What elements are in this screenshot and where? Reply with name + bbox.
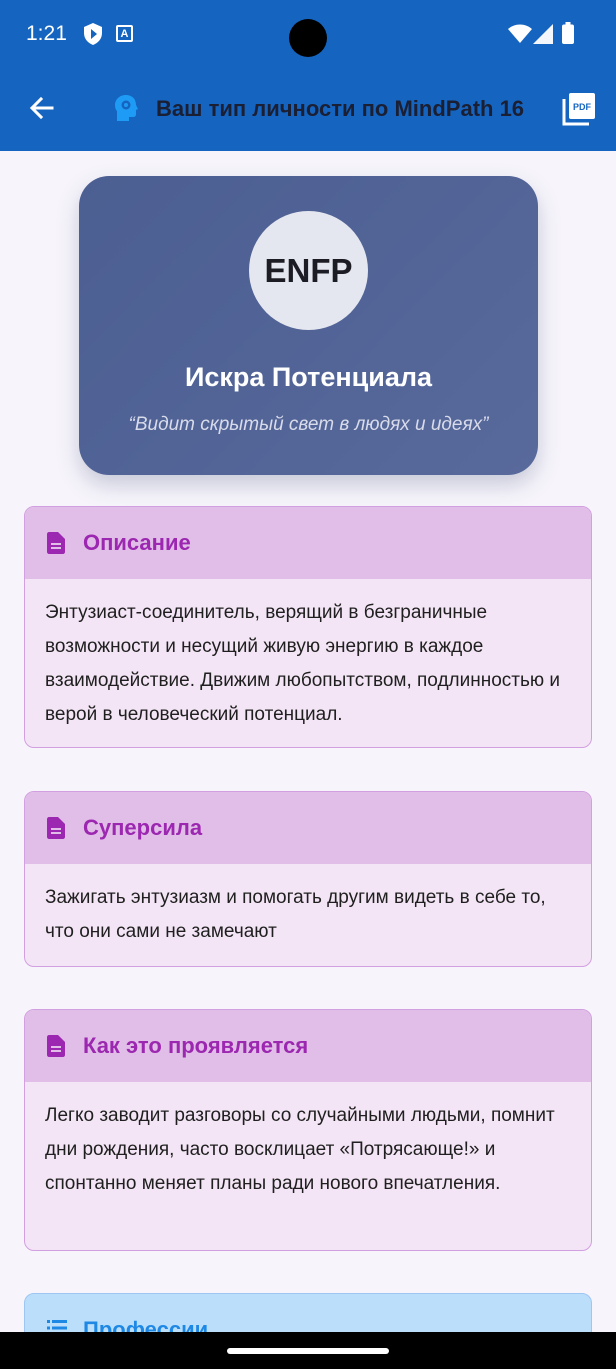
navigation-bar [0, 1332, 616, 1369]
document-icon [47, 532, 65, 554]
page-title: Ваш тип личности по MindPath 16 [156, 96, 525, 121]
section-header: Как это проявляется [25, 1010, 591, 1082]
home-indicator[interactable] [227, 1348, 389, 1354]
section-title: Описание [83, 530, 191, 555]
camera-cutout [289, 19, 327, 57]
pdf-icon[interactable]: PDF [562, 92, 596, 126]
section-superpower: Суперсила Зажигать энтузиазм и помогать … [24, 791, 592, 967]
back-arrow-icon[interactable] [24, 90, 60, 126]
section-body: Зажигать энтузиазм и помогать другим вид… [45, 887, 546, 942]
brain-gear-icon [115, 95, 138, 121]
battery-icon [562, 22, 574, 44]
signal-icon [533, 24, 553, 44]
shield-play-icon [84, 23, 102, 45]
section-header: Описание [25, 507, 591, 579]
section-body: Энтузиаст-соединитель, верящий в безгран… [45, 602, 561, 725]
app-bar: Ваш тип личности по MindPath 16 PDF [0, 70, 616, 151]
section-manifestation: Как это проявляется Легко заводит разгов… [24, 1009, 592, 1251]
section-title: Суперсила [83, 815, 203, 840]
section-description: Описание Энтузиаст-соединитель, верящий … [24, 506, 592, 748]
section-body: Легко заводит разговоры со случайными лю… [45, 1105, 555, 1194]
type-quote: “Видит скрытый свет в людях и идеях” [128, 414, 489, 435]
status-bar: 1:21 A [0, 0, 616, 70]
document-icon [47, 1035, 65, 1057]
section-header: Суперсила [25, 792, 591, 864]
personality-hero-card: ENFP Искра Потенциала “Видит скрытый све… [79, 176, 538, 475]
svg-text:PDF: PDF [573, 102, 592, 112]
status-time: 1:21 [26, 22, 67, 45]
type-name: Искра Потенциала [184, 362, 433, 392]
document-icon [47, 817, 65, 839]
type-code-badge: ENFP [249, 211, 368, 330]
section-title: Как это проявляется [83, 1033, 309, 1058]
wifi-icon [508, 24, 532, 43]
a-box-icon: A [116, 25, 133, 42]
